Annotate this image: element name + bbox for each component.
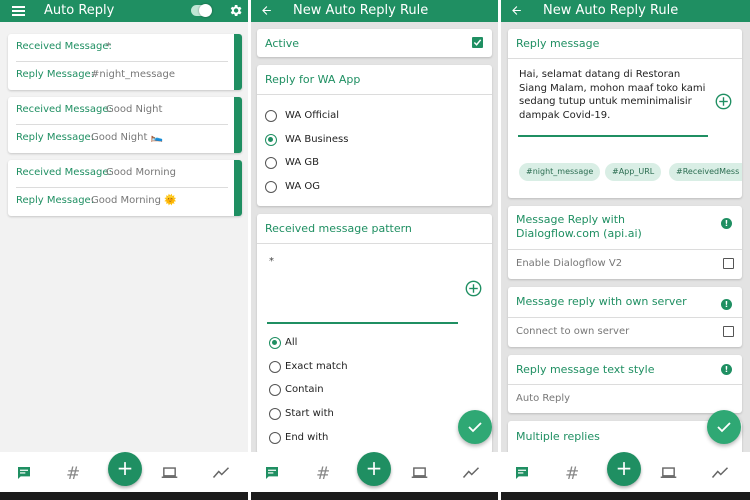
app-bar: Auto Reply — [0, 0, 248, 22]
chat-icon[interactable] — [16, 465, 34, 483]
option-label: Contain — [285, 384, 324, 395]
rule-card[interactable]: Received Message: * Reply Message: #nigh… — [8, 34, 242, 90]
page-title: New Auto Reply Rule — [543, 3, 679, 18]
add-pattern-icon[interactable] — [465, 280, 482, 297]
enable-dialogflow-checkbox[interactable] — [723, 258, 734, 269]
add-rule-button[interactable]: + — [357, 452, 391, 486]
page-title: New Auto Reply Rule — [293, 3, 429, 18]
rule-card-accent — [234, 34, 242, 90]
option-label: Exact match — [285, 361, 348, 372]
radio-contain[interactable] — [269, 384, 281, 396]
hashtag-icon[interactable]: # — [316, 465, 334, 483]
laptop-icon[interactable] — [411, 465, 429, 483]
radio-wa-gb[interactable] — [265, 157, 277, 169]
active-label: Active — [265, 37, 300, 50]
section-title: Reply message text style — [516, 363, 655, 376]
section-title: Message reply with own server — [516, 295, 687, 308]
hashtag-icon[interactable]: # — [66, 465, 84, 483]
reply-value: #night_message — [91, 69, 176, 80]
rule-card-accent — [234, 160, 242, 216]
trending-icon[interactable] — [212, 465, 230, 483]
tag-chip[interactable]: #App_URL — [605, 163, 662, 181]
radio-wa-og[interactable] — [265, 181, 277, 193]
add-rule-button[interactable]: + — [607, 452, 641, 486]
info-icon[interactable]: ! — [721, 364, 732, 375]
hashtag-icon[interactable]: # — [565, 465, 583, 483]
text-style-select[interactable]: Auto Reply — [516, 393, 570, 404]
page-title: Auto Reply — [44, 3, 115, 18]
received-label: Received Message: — [16, 104, 112, 115]
reply-value: Good Morning 🌞 — [91, 195, 177, 206]
option-label: WA OG — [285, 181, 320, 192]
tag-chip[interactable]: #ReceivedMess — [669, 163, 742, 181]
tag-chip[interactable]: #night_message — [519, 163, 601, 181]
radio-end-with[interactable] — [269, 432, 281, 444]
radio-wa-business[interactable] — [265, 134, 277, 146]
rule-card[interactable]: Received Message: Good Morning Reply Mes… — [8, 160, 242, 216]
section-title: Message Reply with Dialogflow.com (api.a… — [516, 213, 642, 240]
rule-card-accent — [234, 97, 242, 153]
menu-icon[interactable] — [12, 4, 25, 18]
info-icon[interactable]: ! — [721, 299, 732, 310]
option-label: WA GB — [285, 157, 319, 168]
back-arrow-icon[interactable] — [260, 4, 273, 17]
option-label: Connect to own server — [516, 326, 630, 337]
radio-wa-official[interactable] — [265, 110, 277, 122]
reply-label: Reply Message: — [16, 195, 95, 206]
received-value: * — [106, 41, 111, 52]
pattern-card: Received message pattern * All Exact mat… — [257, 214, 492, 454]
own-server-card: Message reply with own server ! Connect … — [508, 287, 742, 347]
text-style-card: Reply message text style ! Auto Reply — [508, 355, 742, 413]
active-checkbox[interactable] — [472, 37, 483, 48]
save-fab-button[interactable] — [458, 410, 492, 444]
radio-match-all[interactable] — [269, 337, 281, 349]
section-title: Received message pattern — [265, 222, 412, 235]
add-rule-button[interactable]: + — [108, 452, 142, 486]
radio-start-with[interactable] — [269, 408, 281, 420]
reply-message-input[interactable]: Hai, selamat datang di Restoran Siang Ma… — [519, 68, 709, 122]
back-arrow-icon[interactable] — [510, 4, 523, 17]
laptop-icon[interactable] — [161, 465, 179, 483]
section-title: Multiple replies — [516, 430, 600, 443]
rule-card[interactable]: Received Message: Good Night Reply Messa… — [8, 97, 242, 153]
received-value: Good Night — [106, 104, 163, 115]
screen-new-rule-2: New Auto Reply Rule Reply message Hai, s… — [501, 0, 750, 500]
screen-auto-reply-list: Auto Reply Received Message: * Reply Mes… — [0, 0, 248, 500]
received-label: Received Message: — [16, 41, 112, 52]
section-title: Reply message — [516, 37, 600, 50]
save-fab-button[interactable] — [707, 410, 741, 444]
option-label: WA Official — [285, 110, 340, 121]
option-label: WA Business — [285, 134, 349, 145]
received-value: Good Morning — [106, 167, 176, 178]
reply-label: Reply Message: — [16, 132, 95, 143]
own-server-checkbox[interactable] — [723, 326, 734, 337]
section-title: Reply for WA App — [265, 73, 361, 86]
app-bar: New Auto Reply Rule — [501, 0, 750, 22]
received-label: Received Message: — [16, 167, 112, 178]
reply-underline — [518, 135, 708, 137]
pattern-input[interactable]: * — [269, 256, 274, 267]
gear-icon[interactable] — [228, 3, 243, 18]
pattern-underline — [267, 322, 458, 324]
dialogflow-card: Message Reply with Dialogflow.com (api.a… — [508, 206, 742, 279]
add-reply-icon[interactable] — [715, 93, 732, 110]
radio-exact-match[interactable] — [269, 361, 281, 373]
trending-icon[interactable] — [462, 465, 480, 483]
option-label: Start with — [285, 408, 334, 419]
trending-icon[interactable] — [711, 465, 729, 483]
master-toggle-switch[interactable] — [191, 4, 212, 17]
wa-app-card: Reply for WA App WA Official WA Business… — [257, 65, 492, 206]
active-card[interactable]: Active — [257, 29, 492, 57]
info-icon[interactable]: ! — [721, 218, 732, 229]
chat-icon[interactable] — [514, 465, 532, 483]
screen-new-rule-1: New Auto Reply Rule Active Reply for WA … — [251, 0, 498, 500]
chat-icon[interactable] — [264, 465, 282, 483]
option-label: Enable Dialogflow V2 — [516, 258, 623, 269]
app-bar: New Auto Reply Rule — [251, 0, 498, 22]
option-label: All — [285, 337, 298, 348]
laptop-icon[interactable] — [660, 465, 678, 483]
reply-label: Reply Message: — [16, 69, 95, 80]
reply-value: Good Night 🛌 — [91, 132, 164, 143]
option-label: End with — [285, 432, 329, 443]
